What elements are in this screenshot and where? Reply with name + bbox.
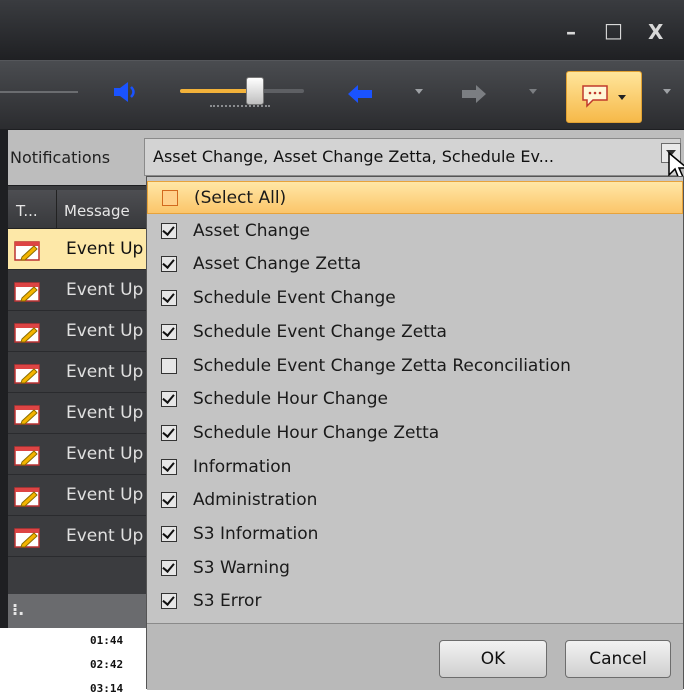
back-dropdown-icon[interactable] [414,88,424,96]
event-note-icon [14,241,40,261]
row-message: Event Up [66,362,144,382]
row-message: Event Up [66,239,144,259]
resize-grip-icon[interactable]: ⁝. [12,600,24,619]
dropdown-item-label: Schedule Event Change Zetta Reconciliati… [193,355,571,376]
dropdown-item[interactable]: Administration [147,484,683,517]
table-row[interactable]: Event Up [8,516,148,557]
dropdown-item[interactable]: Schedule Event Change Zetta [147,316,683,349]
dropdown-item-label: Asset Change [193,220,310,241]
toolbar-divider [0,91,78,93]
dropdown-item[interactable]: Schedule Event Change [147,282,683,315]
dropdown-item[interactable]: S3 Information [147,518,683,551]
notifications-combo[interactable]: Asset Change, Asset Change Zetta, Schedu… [144,138,684,181]
checkbox[interactable] [161,222,177,239]
message-dropdown-icon [618,95,626,100]
checkbox[interactable] [161,290,177,307]
title-bar: – □ X [0,0,684,60]
background-time: 01:44 [90,634,124,647]
row-message: Event Up [66,403,144,423]
checkbox[interactable] [161,492,177,509]
checkbox[interactable] [162,190,178,206]
dropdown-item-label: Schedule Hour Change [193,389,388,410]
message-button[interactable] [566,71,642,123]
event-note-icon [14,528,40,548]
checkbox[interactable] [161,424,177,441]
dropdown-item[interactable]: S3 Warning [147,552,683,585]
dropdown-footer: OK Cancel [147,623,683,690]
dropdown-item[interactable]: Asset Change [147,215,683,248]
forward-arrow-icon[interactable] [460,83,488,105]
table-row[interactable]: Event Up [8,434,148,475]
notifications-label: Notifications [10,148,111,167]
dropdown-item-label: Administration [193,490,318,511]
dropdown-item-label: Schedule Event Change Zetta [193,321,447,342]
dropdown-item-label: Schedule Hour Change Zetta [193,422,440,443]
grid-status-bar: ⁝. [8,594,148,628]
row-message: Event Up [66,280,144,300]
maximize-button[interactable]: □ [604,20,623,40]
table-row[interactable]: Event Up [8,229,148,270]
checkbox[interactable] [161,256,177,273]
row-message: Event Up [66,526,144,546]
ok-button[interactable]: OK [439,640,547,678]
dropdown-item-label: S3 Warning [193,557,290,578]
event-note-icon [14,446,40,466]
checkbox[interactable] [161,323,177,340]
dropdown-item-label: (Select All) [194,188,287,208]
dropdown-item[interactable]: Schedule Event Change Zetta Reconciliati… [147,350,683,383]
minimize-button[interactable]: – [566,22,576,42]
toolbar [0,60,684,129]
table-row[interactable]: Event Up [8,475,148,516]
checkbox[interactable] [161,526,177,542]
close-button[interactable]: X [648,22,663,42]
event-note-icon [14,405,40,425]
select-all-item[interactable]: (Select All) [147,181,683,214]
event-note-icon [14,323,40,343]
dropdown-item-label: Information [193,456,292,477]
column-divider [56,190,57,228]
dropdown-item-label: S3 Information [193,524,319,544]
volume-icon[interactable] [112,79,138,105]
dropdown-item[interactable]: Information [147,451,683,484]
overflow-dropdown-icon[interactable] [662,88,672,96]
dropdown-item[interactable]: Schedule Hour Change Zetta [147,417,683,450]
forward-dropdown-icon[interactable] [528,88,538,96]
table-row[interactable]: Event Up [8,393,148,434]
column-header-message[interactable]: Message [64,202,130,220]
column-header-type[interactable]: T... [16,202,38,220]
back-arrow-icon[interactable] [346,83,374,105]
dropdown-item-label: S3 Error [193,591,262,612]
volume-slider[interactable] [180,77,304,105]
slider-fill [180,89,255,93]
dropdown-item[interactable]: S3 Error [147,585,683,618]
event-note-icon [14,487,40,507]
table-row[interactable]: Event Up [8,270,148,311]
cancel-button[interactable]: Cancel [565,640,671,678]
table-row[interactable]: Event Up [8,311,148,352]
row-message: Event Up [66,321,144,341]
table-row[interactable]: Event Up [8,352,148,393]
checkbox[interactable] [161,593,177,610]
checkbox[interactable] [161,458,177,475]
slider-thumb[interactable] [246,77,265,105]
event-note-icon [14,282,40,302]
checkbox[interactable] [161,559,177,576]
background-time: 03:14 [90,682,124,695]
background-time: 02:42 [90,658,124,671]
event-note-icon [14,364,40,384]
dropdown-item[interactable]: Asset Change Zetta [147,248,683,281]
notifications-combo-value: Asset Change, Asset Change Zetta, Schedu… [153,147,554,166]
slider-ticks [210,105,270,111]
row-message: Event Up [66,485,144,505]
row-message: Event Up [66,444,144,464]
dropdown-item[interactable]: Schedule Hour Change [147,383,683,416]
checkbox[interactable] [161,391,177,408]
checkbox[interactable] [161,357,177,374]
message-icon [582,85,608,108]
grid-header: T... Message [8,190,148,229]
dropdown-item-label: Schedule Event Change [193,288,396,309]
notifications-dropdown: (Select All) Asset Change Asset Change Zet… [146,176,684,690]
dropdown-item-label: Asset Change Zetta [193,254,362,275]
